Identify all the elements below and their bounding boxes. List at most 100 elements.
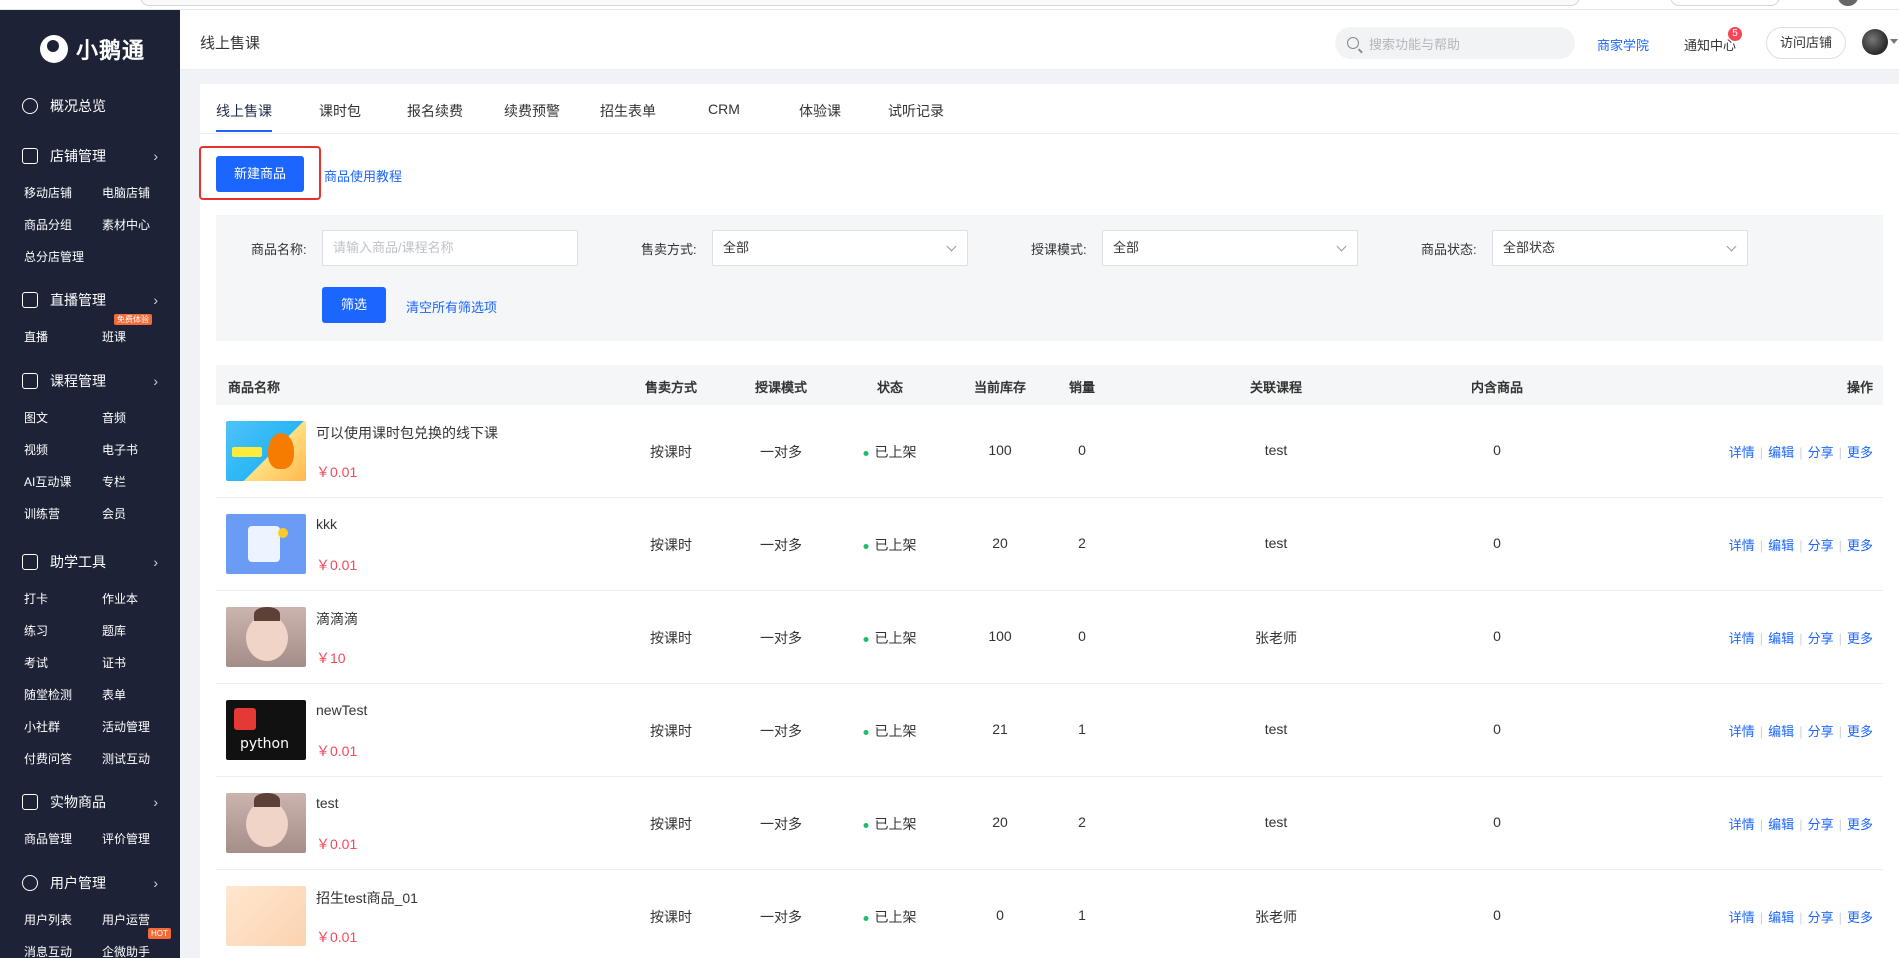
sidebar-item-form[interactable]: 表单 [102, 686, 126, 703]
edit-link[interactable]: 编辑 [1768, 910, 1794, 925]
edit-link[interactable]: 编辑 [1768, 631, 1794, 646]
product-thumbnail[interactable] [226, 514, 306, 574]
sidebar-item-user-list[interactable]: 用户列表 [24, 911, 72, 928]
sale-method-select[interactable]: 全部 [712, 230, 968, 266]
product-tutorial-link[interactable]: 商品使用教程 [324, 166, 402, 185]
share-link[interactable]: 分享 [1808, 631, 1834, 646]
sidebar-item-exam[interactable]: 考试 [24, 654, 48, 671]
product-name[interactable]: 招生test商品_01 [316, 888, 418, 908]
sidebar-item-homework[interactable]: 作业本 [102, 590, 138, 607]
sidebar-group-physical[interactable]: 实物商品 › [22, 792, 158, 812]
academy-link[interactable]: 商家学院 [1597, 35, 1649, 54]
product-name-input[interactable]: 请输入商品/课程名称 [322, 230, 578, 266]
sidebar-item-mobile-store[interactable]: 移动店铺 [24, 184, 72, 201]
sidebar-group-users[interactable]: 用户管理 › [22, 873, 158, 893]
search-input[interactable]: 搜索功能与帮助 [1335, 27, 1575, 59]
new-product-button[interactable]: 新建商品 [216, 156, 304, 192]
sidebar-item-review-management[interactable]: 评价管理 [102, 830, 150, 847]
sidebar-group-live[interactable]: 直播管理 › [22, 290, 158, 310]
product-name[interactable]: 滴滴滴 [316, 609, 358, 629]
sidebar-item-live[interactable]: 直播 [24, 328, 48, 345]
tab-trial-class[interactable]: 体验课 [799, 101, 841, 121]
detail-link[interactable]: 详情 [1729, 445, 1755, 460]
share-link[interactable]: 分享 [1808, 445, 1834, 460]
product-thumbnail[interactable] [226, 793, 306, 853]
sidebar-item-checkin[interactable]: 打卡 [24, 590, 48, 607]
more-link[interactable]: 更多 [1847, 817, 1873, 832]
address-bar[interactable] [140, 0, 1580, 6]
more-link[interactable]: 更多 [1847, 445, 1873, 460]
detail-link[interactable]: 详情 [1729, 817, 1755, 832]
share-link[interactable]: 分享 [1808, 724, 1834, 739]
product-name[interactable]: kkk [316, 516, 337, 532]
product-name[interactable]: 可以使用课时包兑换的线下课 [316, 423, 498, 443]
product-status-select[interactable]: 全部状态 [1492, 230, 1748, 266]
sidebar-item-membership[interactable]: 会员 [102, 505, 126, 522]
edit-link[interactable]: 编辑 [1768, 724, 1794, 739]
share-link[interactable]: 分享 [1808, 538, 1834, 553]
sidebar-item-ai-course[interactable]: AI互动课 [24, 473, 71, 490]
browser-extension-area[interactable] [1670, 0, 1780, 6]
sidebar-item-test-interaction[interactable]: 测试互动 [102, 750, 150, 767]
sidebar-item-paid-qa[interactable]: 付费问答 [24, 750, 72, 767]
tab-enroll-renew[interactable]: 报名续费 [407, 101, 463, 121]
product-thumbnail[interactable] [226, 886, 306, 946]
browser-profile-icon[interactable] [1838, 0, 1858, 6]
edit-link[interactable]: 编辑 [1768, 538, 1794, 553]
sidebar-item-branch-management[interactable]: 总分店管理 [24, 248, 84, 265]
detail-link[interactable]: 详情 [1729, 631, 1755, 646]
detail-link[interactable]: 详情 [1729, 910, 1755, 925]
tab-class-package[interactable]: 课时包 [319, 101, 361, 121]
product-name[interactable]: test [316, 795, 339, 811]
sidebar-item-product-groups[interactable]: 商品分组 [24, 216, 72, 233]
teaching-mode-select[interactable]: 全部 [1102, 230, 1358, 266]
product-thumbnail[interactable]: python [226, 700, 306, 760]
product-thumbnail[interactable] [226, 607, 306, 667]
more-link[interactable]: 更多 [1847, 631, 1873, 646]
sidebar-item-video[interactable]: 视频 [24, 441, 48, 458]
edit-link[interactable]: 编辑 [1768, 445, 1794, 460]
sidebar-item-quiz[interactable]: 随堂检测 [24, 686, 72, 703]
logo[interactable]: 小鹅通 [40, 34, 145, 64]
detail-link[interactable]: 详情 [1729, 538, 1755, 553]
sidebar-item-question-bank[interactable]: 题库 [102, 622, 126, 639]
sidebar-item-activity[interactable]: 活动管理 [102, 718, 150, 735]
filter-button[interactable]: 筛选 [322, 287, 386, 323]
sidebar-group-store[interactable]: 店铺管理 › [22, 146, 158, 166]
tab-crm[interactable]: CRM [708, 101, 740, 117]
sidebar-item-user-operation[interactable]: 用户运营 [102, 911, 150, 928]
product-thumbnail[interactable] [226, 421, 306, 481]
sidebar-item-article[interactable]: 图文 [24, 409, 48, 426]
sidebar-item-community[interactable]: 小社群 [24, 718, 60, 735]
sidebar-item-class[interactable]: 班课 [102, 328, 126, 345]
sidebar-item-overview[interactable]: 概况总览 [22, 96, 158, 116]
tab-renew-alert[interactable]: 续费预警 [504, 101, 560, 121]
sidebar-item-materials[interactable]: 素材中心 [102, 216, 150, 233]
tab-enrollment-form[interactable]: 招生表单 [600, 101, 656, 121]
visit-store-button[interactable]: 访问店铺 [1766, 27, 1846, 59]
more-link[interactable]: 更多 [1847, 910, 1873, 925]
avatar[interactable] [1862, 29, 1888, 55]
edit-link[interactable]: 编辑 [1768, 817, 1794, 832]
sidebar-item-pc-store[interactable]: 电脑店铺 [102, 184, 150, 201]
sidebar-item-certificate[interactable]: 证书 [102, 654, 126, 671]
share-link[interactable]: 分享 [1808, 817, 1834, 832]
more-link[interactable]: 更多 [1847, 724, 1873, 739]
detail-link[interactable]: 详情 [1729, 724, 1755, 739]
sidebar-item-column[interactable]: 专栏 [102, 473, 126, 490]
sidebar-item-practice[interactable]: 练习 [24, 622, 48, 639]
sidebar-item-product-management[interactable]: 商品管理 [24, 830, 72, 847]
sidebar-item-wecom-assistant[interactable]: 企微助手 [102, 943, 150, 958]
sidebar-group-course[interactable]: 课程管理 › [22, 371, 158, 391]
sidebar-item-camp[interactable]: 训练营 [24, 505, 60, 522]
sidebar-item-audio[interactable]: 音频 [102, 409, 126, 426]
clear-filters-link[interactable]: 清空所有筛选项 [406, 297, 497, 316]
share-link[interactable]: 分享 [1808, 910, 1834, 925]
more-link[interactable]: 更多 [1847, 538, 1873, 553]
sidebar-item-messages[interactable]: 消息互动 [24, 943, 72, 958]
tab-online-courses[interactable]: 线上售课 [216, 101, 272, 121]
caret-down-icon[interactable] [1890, 39, 1898, 44]
sidebar-item-ebook[interactable]: 电子书 [102, 441, 138, 458]
product-name[interactable]: newTest [316, 702, 367, 718]
tab-audit-records[interactable]: 试听记录 [888, 101, 944, 121]
